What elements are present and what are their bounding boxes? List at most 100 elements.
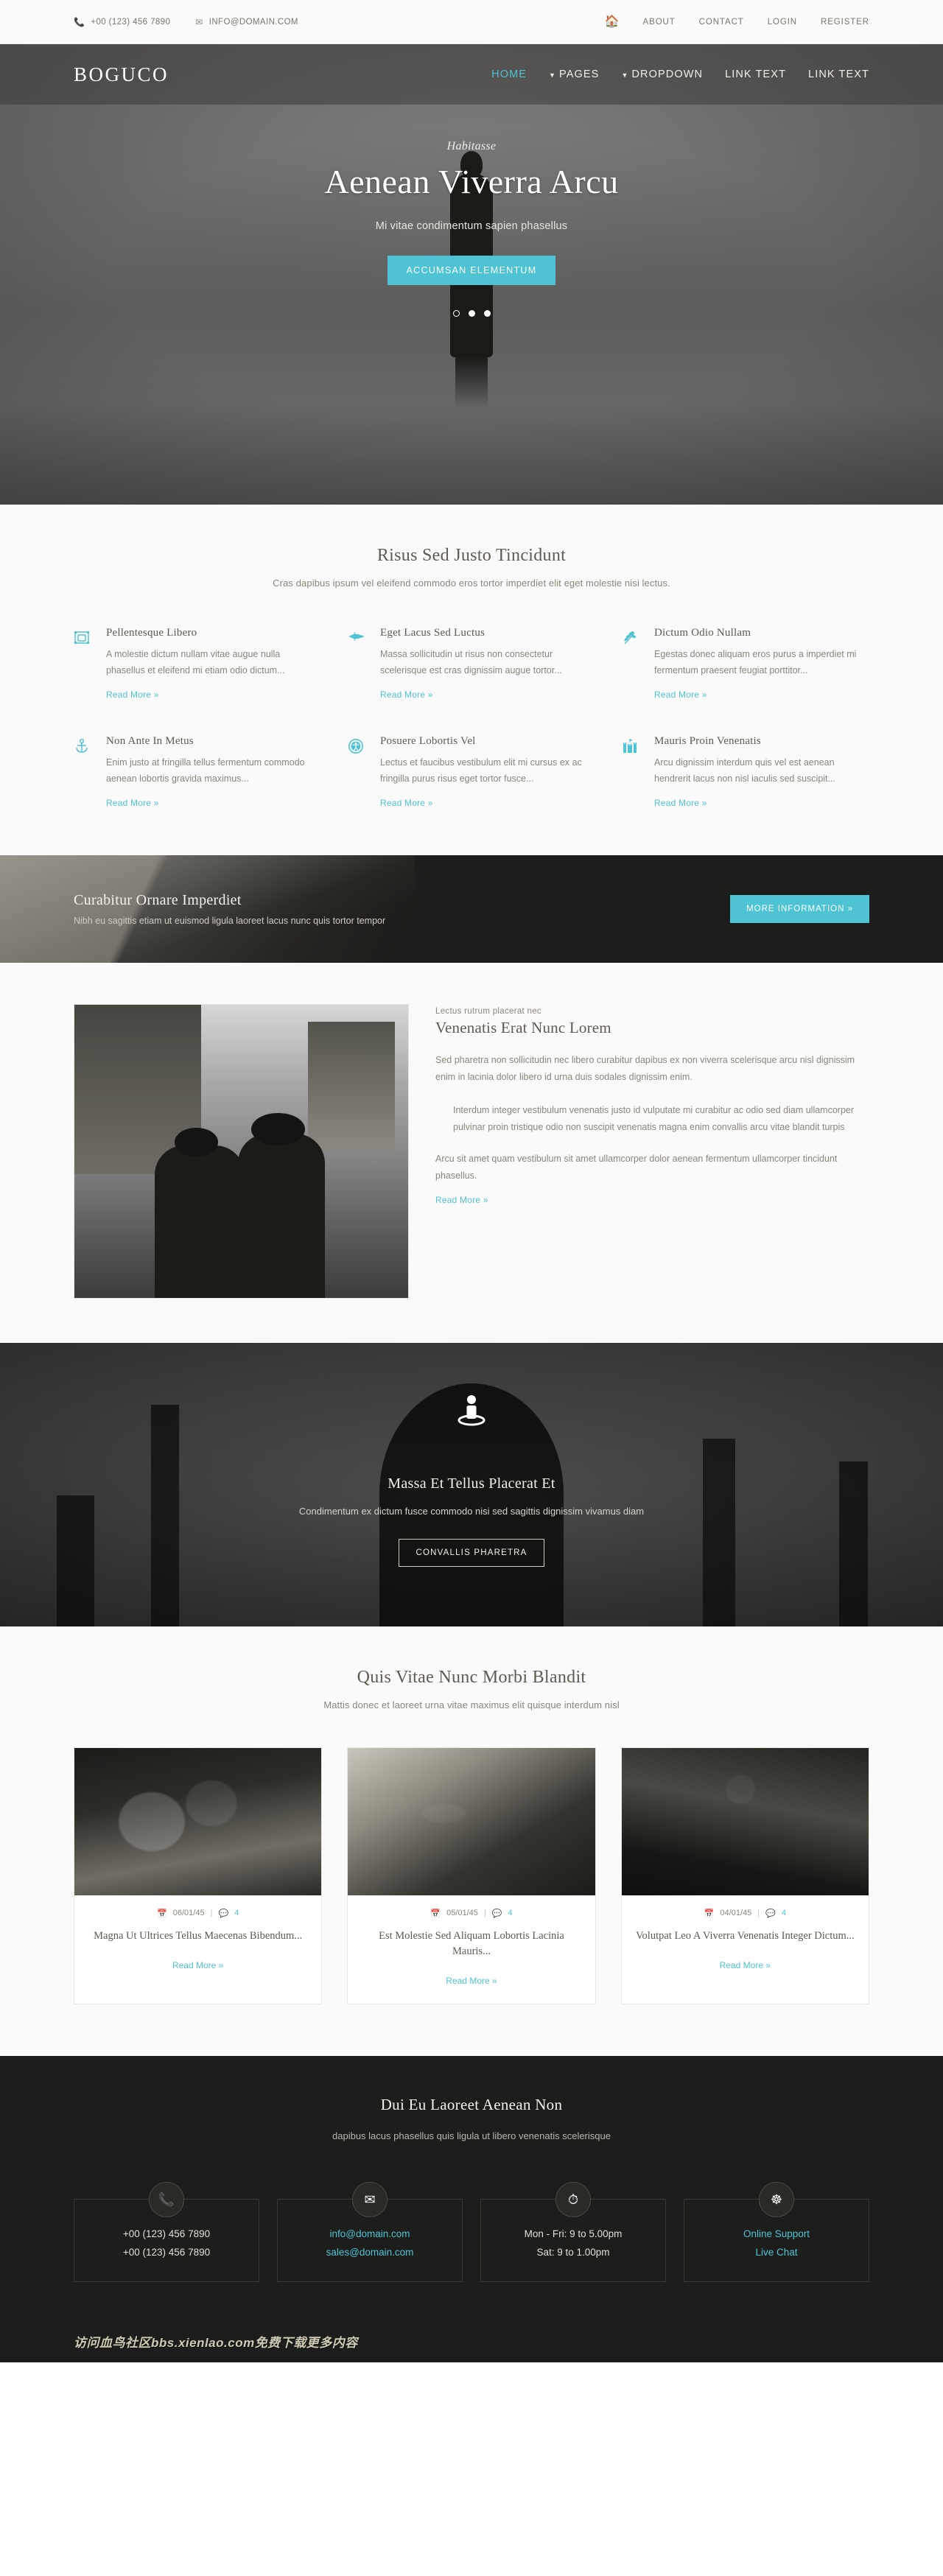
- home-icon[interactable]: 🏠: [605, 15, 620, 28]
- site-logo[interactable]: BOGUCO: [74, 63, 169, 86]
- blog-post-image: [348, 1747, 595, 1895]
- service-text: Enim justo at fringilla tellus fermentum…: [106, 757, 305, 784]
- page-root: 📞 +00 (123) 456 7890 ✉ INFO@DOMAIN.COM 🏠…: [0, 0, 943, 2362]
- topbar-contact-group: 📞 +00 (123) 456 7890 ✉ INFO@DOMAIN.COM: [74, 18, 298, 27]
- service-read-more-link[interactable]: Read More »: [380, 689, 433, 700]
- slider-dot-2[interactable]: [468, 310, 475, 317]
- service-read-more-link[interactable]: Read More »: [380, 798, 433, 808]
- service-item: Mauris Proin Venenatis Arcu dignissim in…: [622, 735, 869, 810]
- service-title: Dictum Odio Nullam: [654, 627, 751, 639]
- footer-card-hours: ⏱ Mon - Fri: 9 to 5.00pm Sat: 9 to 1.00p…: [480, 2181, 666, 2282]
- footer-email-sales-link[interactable]: sales@domain.com: [287, 2243, 453, 2262]
- hero-title: Aenean Viverra Arcu: [324, 163, 619, 200]
- topbar-links: 🏠 ABOUT CONTACT LOGIN REGISTER: [605, 15, 869, 28]
- service-title: Non Ante In Metus: [106, 734, 194, 747]
- topbar-link-about[interactable]: ABOUT: [643, 18, 676, 27]
- nav-item-link-1-label: LINK TEXT: [725, 69, 787, 80]
- services-section: Risus Sed Justo Tincidunt Cras dapibus i…: [0, 505, 943, 855]
- service-read-more-link[interactable]: Read More »: [654, 689, 707, 700]
- article-image-hat-right: [251, 1112, 305, 1145]
- blog-section: Quis Vitae Nunc Morbi Blandit Mattis don…: [0, 1626, 943, 2056]
- blog-post-card[interactable]: 📅 06/01/45 | 💬 4 Magna Ut Ultrices Tellu…: [74, 1747, 323, 2004]
- footer-hours-line-1: Mon - Fri: 9 to 5.00pm: [524, 2228, 623, 2239]
- comment-icon: 💬: [765, 1909, 776, 1918]
- parallax-cta-button[interactable]: CONVALLIS PHARETRA: [399, 1538, 544, 1567]
- footer-hours-line-2: Sat: 9 to 1.00pm: [536, 2247, 610, 2259]
- article-section: Lectus rutrum placerat nec Venenatis Era…: [0, 962, 943, 1343]
- service-item: Posuere Lobortis Vel Lectus et faucibus …: [348, 735, 595, 810]
- footer-live-chat-link[interactable]: Live Chat: [693, 2243, 860, 2262]
- comment-icon: 💬: [491, 1909, 502, 1918]
- nav-item-link-1[interactable]: LINK TEXT: [725, 69, 786, 80]
- cta-text-group: Curabitur Ornare Imperdiet Nibh eu sagit…: [74, 892, 385, 926]
- calendar-icon: 📅: [704, 1909, 715, 1918]
- blog-post-comment-count: 4: [781, 1909, 786, 1917]
- accessibility-icon: [348, 735, 367, 810]
- meta-separator: |: [210, 1909, 213, 1917]
- person-pedestal-icon: [451, 1389, 492, 1430]
- blog-post-read-more-link[interactable]: Read More »: [172, 1960, 223, 1970]
- footer-phone-line-1: +00 (123) 456 7890: [122, 2228, 211, 2239]
- article-image: [74, 1003, 409, 1299]
- service-read-more-link[interactable]: Read More »: [106, 689, 159, 700]
- service-title: Eget Lacus Sed Luctus: [380, 627, 485, 639]
- article-title: Venenatis Erat Nunc Lorem: [435, 1018, 611, 1036]
- envelope-icon: ✉: [352, 2181, 388, 2217]
- article-read-more-link[interactable]: Read More »: [435, 1195, 488, 1205]
- topbar-link-register[interactable]: REGISTER: [821, 18, 869, 27]
- main-navbar: BOGUCO HOME ▼ PAGES ▼ DROPDOWN LINK TEXT: [0, 44, 943, 105]
- nav-item-link-2-label: LINK TEXT: [808, 69, 869, 80]
- service-read-more-link[interactable]: Read More »: [654, 798, 707, 808]
- slider-dot-3[interactable]: [483, 310, 491, 317]
- blog-post-read-more-link[interactable]: Read More »: [720, 1960, 771, 1970]
- services-lead: Cras dapibus ipsum vel eleifend commodo …: [273, 578, 670, 589]
- blog-post-title: Volutpat Leo A Viverra Venenatis Integer…: [635, 1929, 855, 1942]
- article-paragraph-2: Arcu sit amet quam vestibulum sit amet u…: [435, 1154, 838, 1182]
- nav-item-home-label: HOME: [491, 69, 527, 80]
- topbar-phone: 📞 +00 (123) 456 7890: [74, 18, 170, 27]
- services-title: Risus Sed Justo Tincidunt: [376, 546, 567, 565]
- phone-icon: 📞: [149, 2181, 184, 2217]
- hero-kicker: Habitasse: [446, 140, 497, 152]
- nav-item-dropdown[interactable]: ▼ DROPDOWN: [621, 69, 703, 80]
- service-read-more-link[interactable]: Read More »: [106, 798, 159, 808]
- blog-lead: Mattis donec et laoreet urna vitae maxim…: [323, 1699, 620, 1710]
- service-title: Pellentesque Libero: [106, 627, 197, 639]
- topbar-link-login[interactable]: LOGIN: [768, 18, 797, 27]
- service-text: Massa sollicitudin ut risus non consecte…: [380, 649, 562, 675]
- nav-item-pages[interactable]: ▼ PAGES: [549, 69, 599, 80]
- blog-post-card[interactable]: 📅 05/01/45 | 💬 4 Est Molestie Sed Aliqua…: [347, 1747, 596, 2004]
- topbar-phone-text: +00 (123) 456 7890: [91, 17, 171, 27]
- anchor-icon: [74, 735, 93, 810]
- topbar-link-contact[interactable]: CONTACT: [699, 18, 744, 27]
- blog-post-comment-count: 4: [508, 1909, 513, 1917]
- footer-title: Dui Eu Laoreet Aenean Non: [380, 2095, 563, 2113]
- blog-title: Quis Vitae Nunc Morbi Blandit: [357, 1667, 586, 1687]
- more-information-button[interactable]: MORE INFORMATION »: [730, 894, 869, 923]
- watermark-text: 访问血鸟社区bbs.xienlao.com免费下载更多内容: [74, 2335, 358, 2350]
- service-text: Lectus et faucibus vestibulum elit mi cu…: [380, 757, 582, 784]
- parallax-section: Massa Et Tellus Placerat Et Condimentum …: [0, 1342, 943, 1626]
- hero-slider-dots: [0, 310, 943, 317]
- site-footer: Dui Eu Laoreet Aenean Non dapibus lacus …: [0, 2055, 943, 2362]
- footer-card-support: ☸ Online Support Live Chat: [684, 2181, 869, 2282]
- footer-online-support-link[interactable]: Online Support: [693, 2225, 860, 2244]
- service-item: Pellentesque Libero A molestie dictum nu…: [74, 627, 321, 701]
- calendar-icon: 📅: [430, 1909, 441, 1918]
- service-text: Arcu dignissim interdum quis vel est aen…: [654, 757, 835, 784]
- footer-phone-line-2: +00 (123) 456 7890: [122, 2247, 211, 2259]
- article-image-person-right: [237, 1133, 325, 1298]
- slider-dot-1[interactable]: [452, 310, 460, 317]
- nav-item-home[interactable]: HOME: [491, 69, 527, 80]
- blog-post-read-more-link[interactable]: Read More »: [446, 1976, 497, 1986]
- hero-cta-button[interactable]: ACCUMSAN ELEMENTUM: [387, 256, 556, 285]
- blog-post-date: 05/01/45: [446, 1909, 478, 1917]
- footer-email-info-link[interactable]: info@domain.com: [287, 2225, 453, 2244]
- frame-image-icon: [74, 627, 93, 701]
- blog-post-image: [74, 1747, 322, 1895]
- services-grid: Pellentesque Libero A molestie dictum nu…: [74, 627, 869, 810]
- blog-post-card[interactable]: 📅 04/01/45 | 💬 4 Volutpat Leo A Viverra …: [620, 1747, 869, 2004]
- parallax-content: Massa Et Tellus Placerat Et Condimentum …: [0, 1343, 943, 1567]
- service-title: Mauris Proin Venenatis: [654, 734, 761, 747]
- nav-item-link-2[interactable]: LINK TEXT: [808, 69, 869, 80]
